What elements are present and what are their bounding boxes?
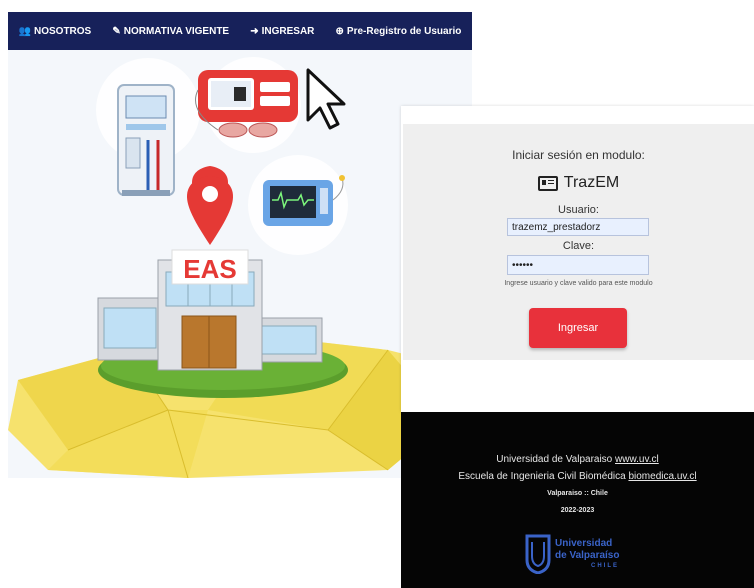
footer-university: Universidad de Valparaiso www.uv.cl [401,454,754,465]
footer-biomedica-link[interactable]: biomedica.uv.cl [628,471,696,482]
footer-uv-link[interactable]: www.uv.cl [615,454,659,465]
uv-logo-line2: de Valparaíso [555,550,620,561]
module-name: TrazEM [563,174,620,191]
module-title: TrazEM [403,174,754,192]
login-title: Iniciar sesión en modulo: [512,148,645,162]
username-input[interactable] [507,218,649,236]
user-label: Usuario: [558,204,599,216]
id-card-icon [537,175,558,191]
nav-nosotros-label: NOSOTROS [34,25,92,37]
cursor-arrow-icon [306,68,346,130]
nav-normativa-label: NORMATIVA VIGENTE [123,25,230,37]
nav-normativa[interactable]: ✎ NORMATIVA VIGENTE [112,26,229,37]
ingresar-button[interactable]: Ingresar [529,308,627,348]
top-navbar: 👥 NOSOTROS ✎ NORMATIVA VIGENTE ➜ INGRESA… [8,12,472,50]
nav-pre-registro-label: Pre-Registro de Usuario [346,25,462,37]
footer-years: 2022-2023 [560,507,595,514]
footer-school-text: Escuela de Ingenieria Civil Biomédica [458,471,629,482]
eas-sign: EAS [183,254,236,284]
location-pin-icon [186,166,234,245]
footer-school: Escuela de Ingenieria Civil Biomédica bi… [401,471,754,482]
uv-logo-line1: Universidad [555,538,613,549]
login-hint: Ingrese usuario y clave valido para este… [504,280,653,287]
password-label: Clave: [562,240,595,252]
nav-ingresar[interactable]: ➜ INGRESAR [250,26,314,37]
footer-location: Valparaiso :: Chile [547,490,608,497]
nav-pre-registro[interactable]: ⊕ Pre-Registro de Usuario [336,26,462,37]
nav-ingresar-label: INGRESAR [261,25,315,37]
plus-circle-icon: ⊕ [335,25,344,37]
footer-university-text: Universidad de Valparaiso [496,454,616,465]
login-form: Iniciar sesión en modulo: TrazEM Usuario… [403,124,754,360]
uv-logo-line3: CHILE [591,563,619,569]
password-input[interactable] [507,255,649,275]
ventilator-icon [117,84,175,196]
uv-shield-icon [525,534,551,574]
users-icon: 👥 [18,25,31,37]
nav-nosotros[interactable]: 👥 NOSOTROS [19,26,92,37]
pencil-icon: ✎ [112,25,121,37]
sign-in-icon: ➜ [250,25,259,37]
footer: Universidad de Valparaiso www.uv.cl Escu… [401,412,754,588]
uv-logo: Universidad de Valparaíso CHILE [525,530,635,578]
